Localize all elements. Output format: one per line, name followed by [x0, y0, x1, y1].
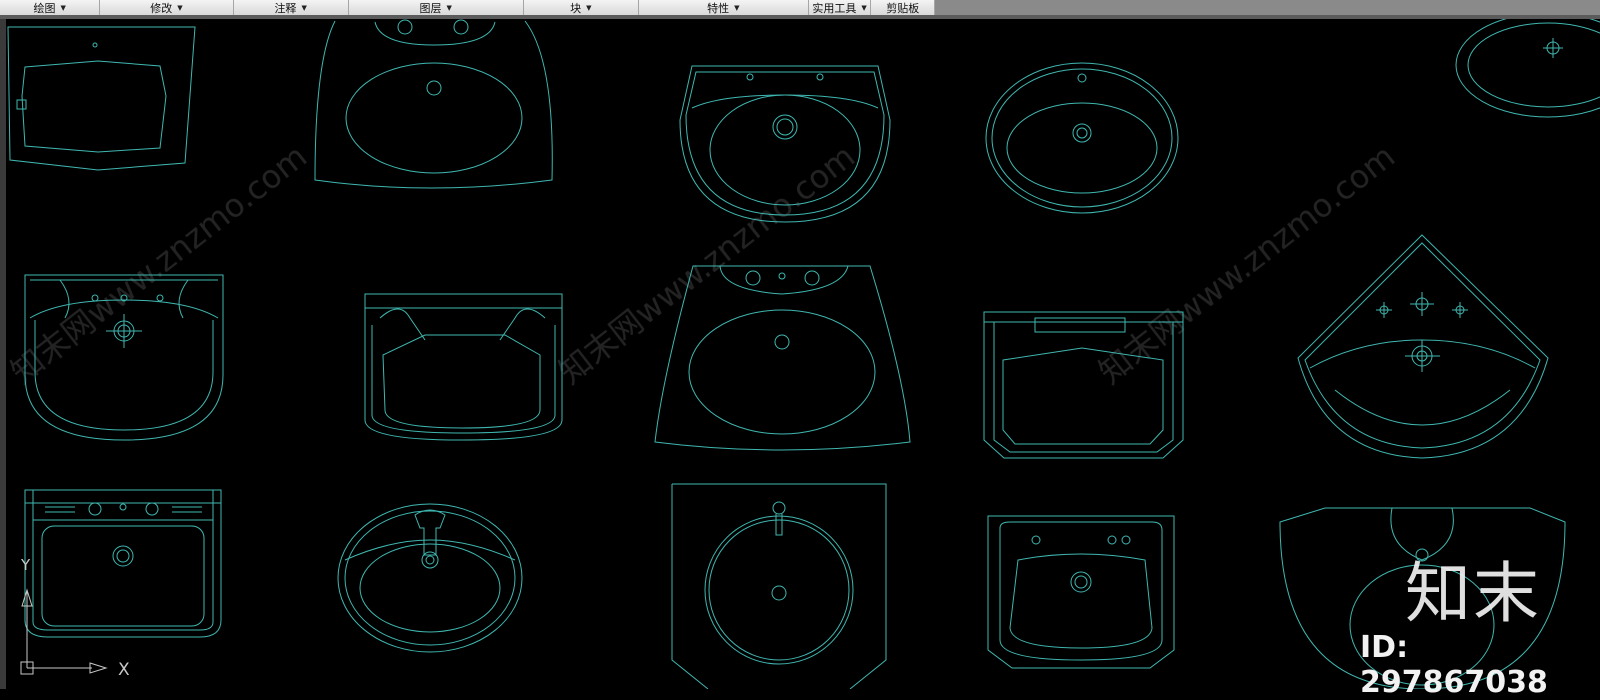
sink-r3-2[interactable]	[337, 503, 523, 653]
diagonal-watermarks: 知末网www.znzmo.com 知末网www.znzmo.com 知末网www…	[6, 137, 1402, 391]
watermark-site-2: 知末网www.znzmo.com	[552, 137, 863, 391]
panel-annotate[interactable]: 注释 ▼	[234, 0, 349, 15]
ucs-icon	[20, 588, 108, 675]
chevron-down-icon: ▼	[734, 3, 740, 12]
panel-utilities[interactable]: 实用工具 ▼	[809, 0, 872, 15]
panel-clipboard-label: 剪贴板	[886, 1, 920, 15]
panel-utilities-label: 实用工具	[812, 1, 857, 15]
chevron-down-icon: ▼	[446, 3, 452, 12]
chevron-down-icon: ▼	[301, 3, 307, 12]
panel-modify-label: 修改	[150, 1, 173, 15]
watermark-site-1: 知末网www.znzmo.com	[6, 137, 314, 391]
ucs-y-label: Y	[20, 556, 31, 574]
cad-drawing[interactable]: 知末网www.znzmo.com 知末网www.znzmo.com 知末网www…	[6, 19, 1600, 689]
chevron-down-icon: ▼	[177, 3, 183, 12]
sink-r1-2[interactable]	[314, 19, 553, 189]
panel-layers-label: 图层	[419, 1, 442, 15]
watermark-site-3: 知末网www.znzmo.com	[1092, 137, 1403, 391]
ribbon-panel-row: 绘图 ▼ 修改 ▼ 注释 ▼ 图层 ▼ 块 ▼ 特性 ▼ 实用工具 ▼ 剪贴板	[0, 0, 935, 16]
sink-r3-4[interactable]	[987, 515, 1175, 669]
chevron-down-icon: ▼	[60, 3, 66, 12]
panel-annotate-label: 注释	[274, 1, 297, 15]
panel-clipboard[interactable]: 剪贴板	[871, 0, 935, 15]
sink-r1-5[interactable]	[1455, 19, 1600, 118]
sink-r3-1[interactable]	[24, 489, 222, 638]
ribbon-bar: 绘图 ▼ 修改 ▼ 注释 ▼ 图层 ▼ 块 ▼ 特性 ▼ 实用工具 ▼ 剪贴板	[0, 0, 1600, 19]
sink-r3-3[interactable]	[671, 483, 887, 689]
panel-draw[interactable]: 绘图 ▼	[0, 0, 101, 15]
panel-properties-label: 特性	[707, 1, 730, 15]
sink-r2-2[interactable]	[364, 293, 563, 441]
panel-layers[interactable]: 图层 ▼	[349, 0, 524, 15]
watermark-logo: 知末	[1405, 555, 1541, 632]
panel-block[interactable]: 块 ▼	[524, 0, 639, 15]
ucs-x-label: X	[118, 660, 130, 680]
panel-properties[interactable]: 特性 ▼	[639, 0, 809, 15]
sink-r1-1[interactable]	[7, 26, 196, 171]
drawing-canvas[interactable]: 知末网www.znzmo.com 知末网www.znzmo.com 知末网www…	[0, 19, 1600, 689]
panel-modify[interactable]: 修改 ▼	[100, 0, 234, 15]
sink-r1-4[interactable]	[985, 62, 1179, 214]
watermark-id: ID: 297867038	[1360, 630, 1548, 700]
panel-block-label: 块	[570, 1, 582, 15]
chevron-down-icon: ▼	[861, 3, 867, 12]
chevron-down-icon: ▼	[586, 3, 592, 12]
panel-draw-label: 绘图	[33, 1, 56, 15]
sink-r2-5[interactable]	[1297, 234, 1549, 459]
